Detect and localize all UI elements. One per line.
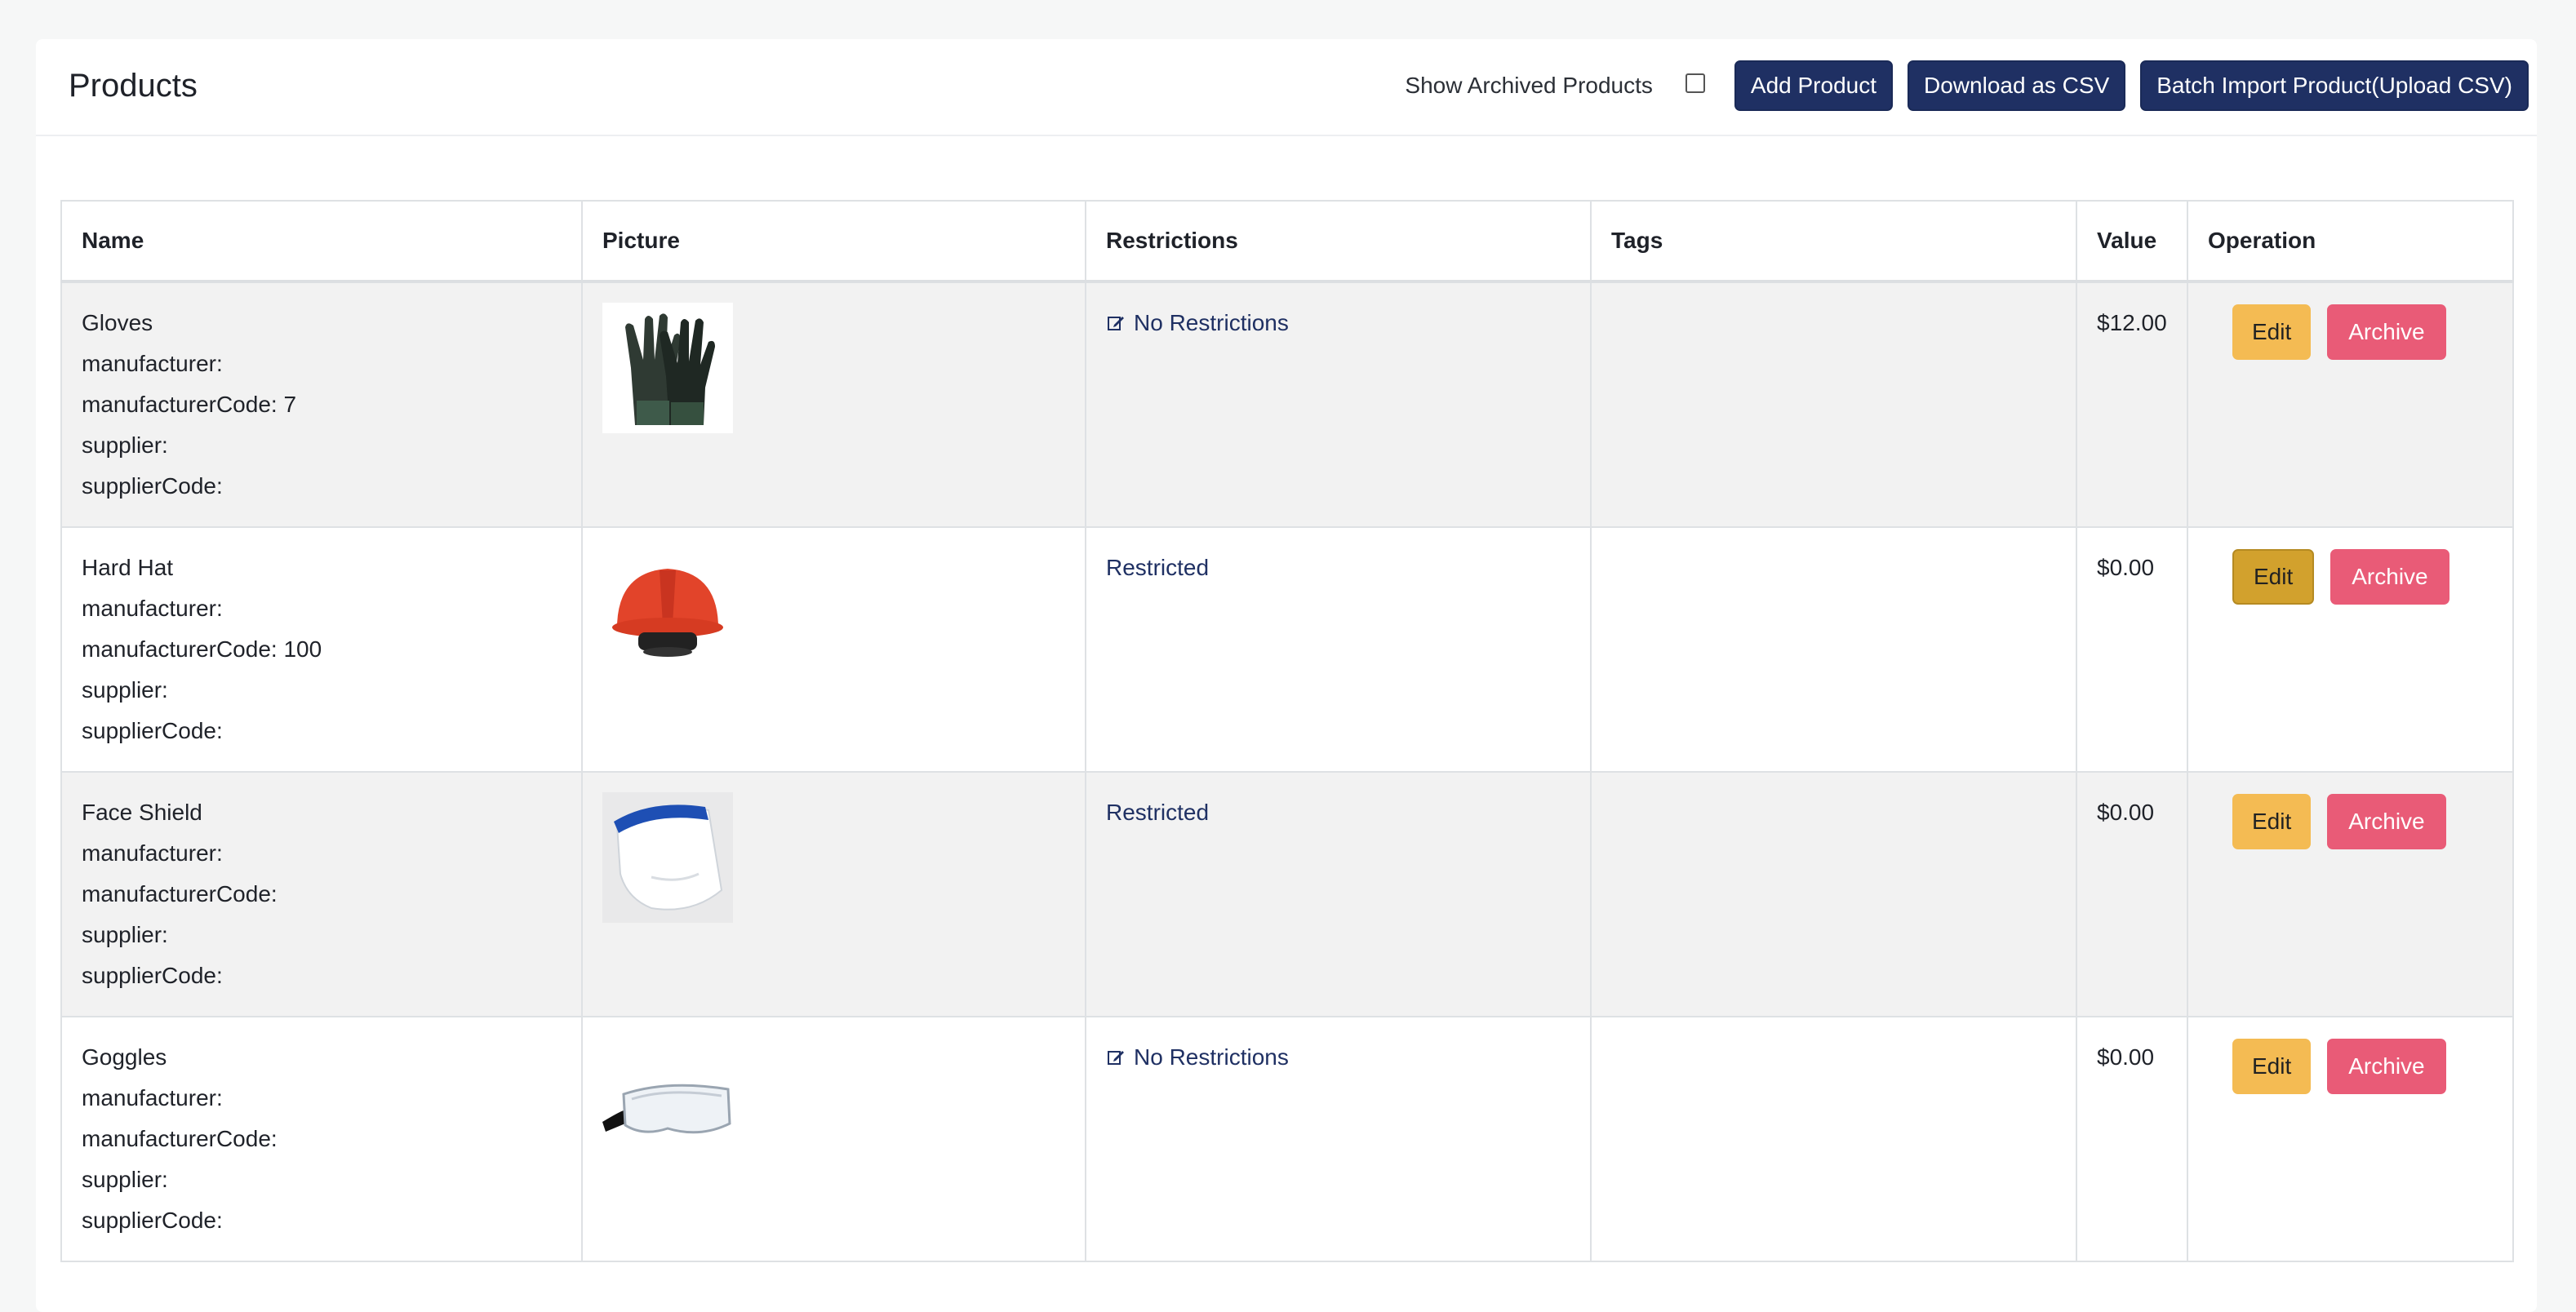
name-cell: Face Shield manufacturer: manufacturerCo… <box>60 771 583 1017</box>
supplier-code-line: supplierCode: <box>82 718 223 743</box>
manufacturer-code-line: manufacturerCode: <box>82 881 278 906</box>
table-row: Face Shield manufacturer: manufacturerCo… <box>60 771 2514 1017</box>
value-cell: $0.00 <box>2076 771 2188 1017</box>
page-title: Products <box>69 68 198 104</box>
product-name: Goggles <box>82 1044 167 1070</box>
edit-button[interactable]: Edit <box>2232 304 2312 360</box>
product-value: $0.00 <box>2097 800 2155 825</box>
restriction-link[interactable]: Restricted <box>1106 792 1570 833</box>
supplier-line: supplier: <box>82 677 168 703</box>
archive-button[interactable]: Archive <box>2327 304 2446 360</box>
picture-cell <box>581 771 1086 1017</box>
edit-icon <box>1108 1051 1124 1065</box>
product-name: Face Shield <box>82 800 202 825</box>
picture-cell <box>581 1016 1086 1262</box>
restriction-link[interactable]: No Restrictions <box>1106 1037 1570 1078</box>
column-header-name[interactable]: Name <box>60 200 583 283</box>
edit-button[interactable]: Edit <box>2232 794 2312 849</box>
tags-cell <box>1590 281 2077 528</box>
value-cell: $0.00 <box>2076 1016 2188 1262</box>
restrictions-cell: No Restrictions <box>1085 281 1592 528</box>
archive-button[interactable]: Archive <box>2327 794 2446 849</box>
supplier-line: supplier: <box>82 1167 168 1192</box>
table-header-row: Name Picture Restrictions Tags Value Ope… <box>60 200 2514 283</box>
restrictions-cell: Restricted <box>1085 526 1592 773</box>
tags-cell <box>1590 771 2077 1017</box>
table-row: Gloves manufacturer: manufacturerCode: 7… <box>60 281 2514 528</box>
picture-cell <box>581 526 1086 773</box>
table-row: Hard Hat manufacturer: manufacturerCode:… <box>60 526 2514 773</box>
face-shield-image <box>602 792 733 923</box>
picture-cell <box>581 281 1086 528</box>
manufacturer-line: manufacturer: <box>82 1085 223 1110</box>
goggles-image <box>602 1037 733 1168</box>
column-header-picture[interactable]: Picture <box>581 200 1086 283</box>
name-cell: Goggles manufacturer: manufacturerCode: … <box>60 1016 583 1262</box>
product-value: $12.00 <box>2097 310 2167 335</box>
column-header-restrictions[interactable]: Restrictions <box>1085 200 1592 283</box>
product-value: $0.00 <box>2097 555 2155 580</box>
restriction-link[interactable]: No Restrictions <box>1106 303 1570 344</box>
download-csv-button[interactable]: Download as CSV <box>1908 60 2126 111</box>
restriction-label: Restricted <box>1106 555 1210 580</box>
show-archived-label: Show Archived Products <box>1405 73 1653 98</box>
products-card: Products Show Archived Products Add Prod… <box>36 39 2537 1312</box>
table-row: Goggles manufacturer: manufacturerCode: … <box>60 1016 2514 1262</box>
operation-cell: Edit Archive <box>2187 281 2514 528</box>
show-archived-checkbox[interactable] <box>1685 73 1705 93</box>
restrictions-cell: Restricted <box>1085 771 1592 1017</box>
restriction-link[interactable]: Restricted <box>1106 547 1570 588</box>
value-cell: $0.00 <box>2076 526 2188 773</box>
operation-cell: Edit Archive <box>2187 526 2514 773</box>
product-name: Gloves <box>82 310 153 335</box>
gloves-image <box>602 303 733 433</box>
restriction-label: Restricted <box>1106 800 1210 825</box>
operation-cell: Edit Archive <box>2187 771 2514 1017</box>
archive-button[interactable]: Archive <box>2330 549 2449 605</box>
tags-cell <box>1590 526 2077 773</box>
name-cell: Gloves manufacturer: manufacturerCode: 7… <box>60 281 583 528</box>
restriction-label: No Restrictions <box>1134 1044 1289 1070</box>
name-cell: Hard Hat manufacturer: manufacturerCode:… <box>60 526 583 773</box>
edit-icon <box>1108 317 1124 330</box>
add-product-button[interactable]: Add Product <box>1734 60 1894 111</box>
supplier-code-line: supplierCode: <box>82 1208 223 1233</box>
manufacturer-code-line: manufacturerCode: 100 <box>82 636 322 662</box>
hard-hat-image <box>602 547 733 678</box>
manufacturer-line: manufacturer: <box>82 596 223 621</box>
manufacturer-code-line: manufacturerCode: 7 <box>82 392 297 417</box>
batch-import-button[interactable]: Batch Import Product(Upload CSV) <box>2140 60 2529 111</box>
edit-button[interactable]: Edit <box>2232 1039 2312 1094</box>
operation-cell: Edit Archive <box>2187 1016 2514 1262</box>
supplier-code-line: supplierCode: <box>82 963 223 988</box>
tags-cell <box>1590 1016 2077 1262</box>
card-header: Products Show Archived Products Add Prod… <box>36 39 2537 136</box>
value-cell: $12.00 <box>2076 281 2188 528</box>
supplier-code-line: supplierCode: <box>82 473 223 499</box>
product-value: $0.00 <box>2097 1044 2155 1070</box>
supplier-line: supplier: <box>82 922 168 947</box>
product-name: Hard Hat <box>82 555 174 580</box>
toolbar: Show Archived Products Add Product Downl… <box>1405 60 2529 111</box>
supplier-line: supplier: <box>82 432 168 458</box>
manufacturer-line: manufacturer: <box>82 840 223 866</box>
archive-button[interactable]: Archive <box>2327 1039 2446 1094</box>
manufacturer-code-line: manufacturerCode: <box>82 1126 278 1151</box>
manufacturer-line: manufacturer: <box>82 351 223 376</box>
restrictions-cell: No Restrictions <box>1085 1016 1592 1262</box>
column-header-value[interactable]: Value <box>2076 200 2188 283</box>
products-table: Name Picture Restrictions Tags Value Ope… <box>60 200 2514 1262</box>
restriction-label: No Restrictions <box>1134 310 1289 335</box>
column-header-tags[interactable]: Tags <box>1590 200 2077 283</box>
edit-button[interactable]: Edit <box>2232 549 2315 605</box>
column-header-operation[interactable]: Operation <box>2187 200 2514 283</box>
